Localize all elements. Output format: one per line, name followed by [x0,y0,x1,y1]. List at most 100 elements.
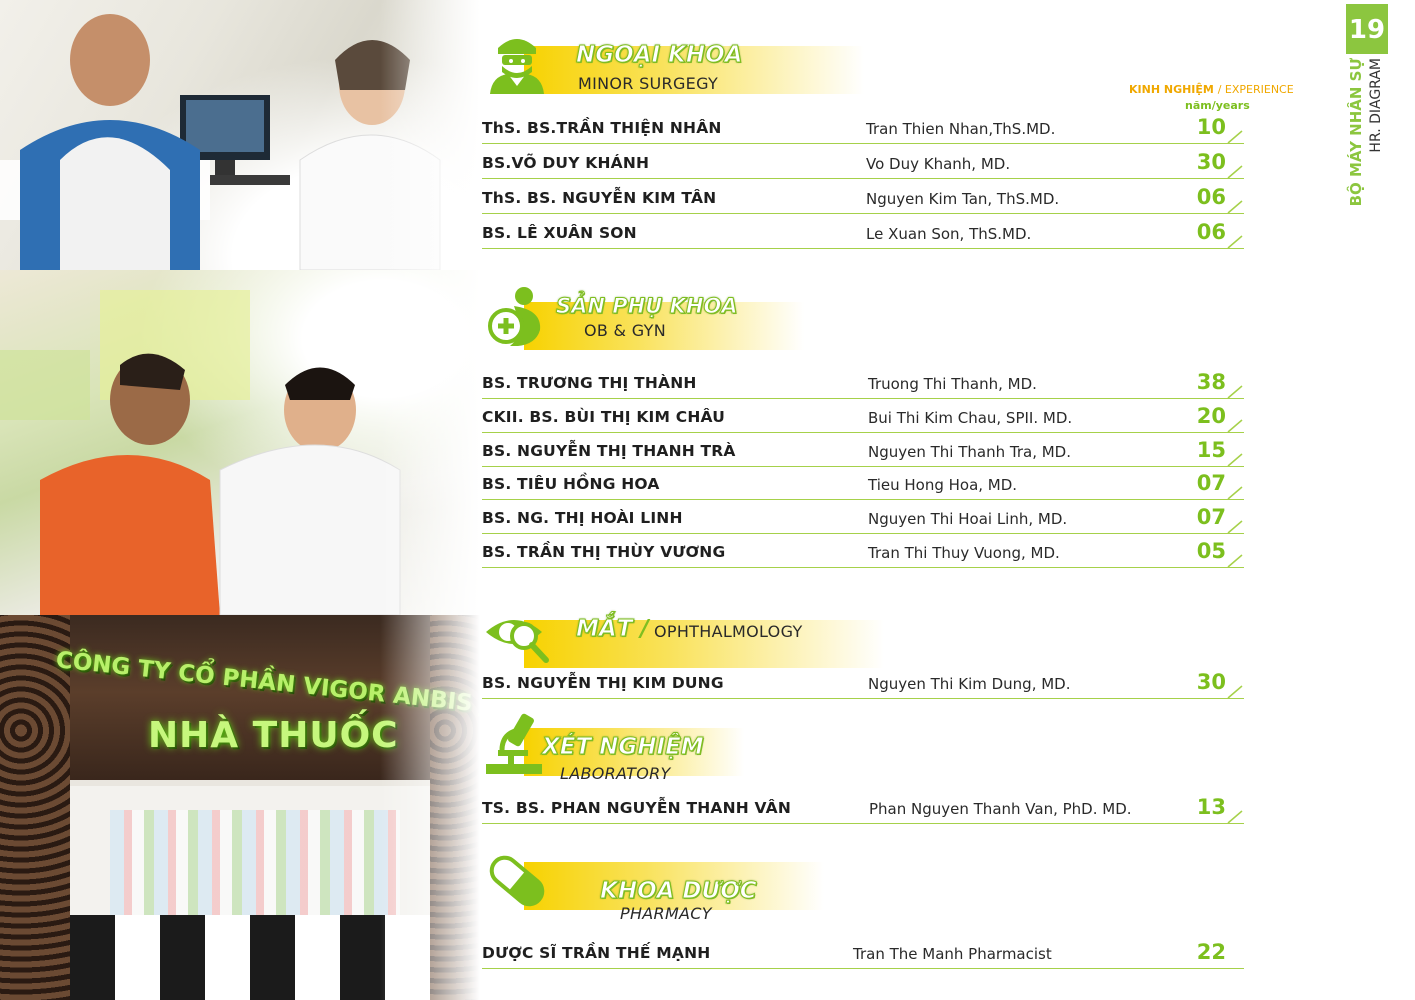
slash-mark-icon [1227,419,1243,433]
slash-mark-icon [1227,130,1243,144]
staff-name-en: Nguyen Kim Tan, ThS.MD. [866,190,1060,208]
staff-name-vn: BS. TRẦN THỊ THÙY VƯƠNG [482,543,726,561]
staff-row: BS. LÊ XUÂN SON Le Xuan Son, ThS.MD. 06 [482,218,1244,249]
section-title-en: MINOR SURGEGY [578,74,719,93]
section-header-pharmacy: KHOA DƯỢC PHARMACY [484,848,824,923]
section-title-en: OB & GYN [584,321,666,340]
photo-fade [380,0,480,1000]
staff-name-en: Tran Thien Nhan,ThS.MD. [866,120,1056,138]
staff-years: 15 [1196,438,1226,462]
page-number: 19 [1346,4,1388,54]
staff-row: BS.VÕ DUY KHÁNH Vo Duy Khanh, MD. 30 [482,148,1244,179]
section-title-vn-wrap: MẮT / [575,616,649,643]
slash-mark-icon [1227,685,1243,699]
photo-collage: CÔNG TY CỔ PHẦN VIGOR ANBIS JAPAN NHÀ TH… [0,0,480,1000]
slash-mark-icon [1227,554,1243,568]
staff-years: 38 [1196,370,1226,394]
slash-mark-icon [1227,453,1243,467]
side-title-vn: BỘ MÁY NHÂN SỰ [1347,58,1365,207]
pharmacy-sign-title: NHÀ THUỐC [148,715,399,756]
staff-name-vn: BS.VÕ DUY KHÁNH [482,154,650,172]
staff-years: 06 [1196,220,1226,244]
staff-name-en: Tran The Manh Pharmacist [853,945,1052,963]
staff-name-vn: ThS. BS. NGUYỄN KIM TÂN [482,189,717,207]
staff-name-vn: CKII. BS. BÙI THỊ KIM CHÂU [482,408,725,426]
staff-name-vn: BS. NGUYỄN THỊ KIM DUNG [482,674,724,692]
staff-years: 22 [1196,940,1226,964]
section-title-vn: XÉT NGHIỆM [542,734,705,761]
slash-mark-icon [1227,165,1243,179]
staff-years: 06 [1196,185,1226,209]
section-header-obgyn: SẢN PHỤ KHOA OB & GYN [484,284,804,354]
staff-row: CKII. BS. BÙI THỊ KIM CHÂU Bui Thi Kim C… [482,402,1244,433]
staff-name-en: Tran Thi Thuy Vuong, MD. [868,544,1060,562]
slash-mark-icon [1227,235,1243,249]
side-title-en: HR. DIAGRAM [1368,58,1384,153]
staff-years: 10 [1196,115,1226,139]
staff-name-vn: TS. BS. PHAN NGUYỄN THANH VÂN [482,799,792,817]
staff-years: 07 [1196,471,1226,495]
staff-years: 30 [1196,150,1226,174]
section-title-en: OPHTHALMOLOGY [654,622,803,641]
staff-name-en: Nguyen Thi Thanh Tra, MD. [868,443,1071,461]
section-title-en: LABORATORY [560,764,671,783]
eye-magnifier-icon [486,620,549,663]
staff-name-vn: BS. TRƯƠNG THỊ THÀNH [482,374,697,392]
staff-row: BS. NGUYỄN THỊ THANH TRÀ Nguyen Thi Than… [482,436,1244,467]
staff-name-en: Phan Nguyen Thanh Van, PhD. MD. [869,800,1132,818]
section-title-vn: SẢN PHỤ KHOA [556,294,739,319]
staff-row: BS. TRƯƠNG THỊ THÀNH Truong Thi Thanh, M… [482,368,1244,399]
side-title: BỘ MÁY NHÂN SỰ HR. DIAGRAM [1346,58,1388,208]
staff-name-en: Truong Thi Thanh, MD. [868,375,1037,393]
medicine-shelf [110,810,400,930]
staff-years: 07 [1196,505,1226,529]
staff-name-vn: ThS. BS.TRẦN THIỆN NHÂN [482,119,722,137]
years-unit: năm/years [1185,99,1250,112]
staff-row: ThS. BS.TRẦN THIỆN NHÂN Tran Thien Nhan,… [482,113,1244,144]
staff-years: 20 [1196,404,1226,428]
section-title-separator: / [640,616,649,642]
section-header-laboratory: XÉT NGHIỆM LABORATORY [484,710,744,783]
staff-name-en: Bui Thi Kim Chau, SPII. MD. [868,409,1073,427]
capsule-icon [489,855,545,907]
slash-mark-icon [1227,520,1243,534]
section-title-vn: MẮT [575,616,633,643]
section-title-en: PHARMACY [620,904,712,923]
pregnancy-icon [488,287,541,346]
staff-years: 30 [1196,670,1226,694]
section-header-surgery: NGOẠI KHOA MINOR SURGEGY [484,28,864,98]
microscope-icon [486,713,542,774]
experience-label-vn: KINH NGHIỆM [1129,83,1214,96]
slash-mark-icon [1227,385,1243,399]
slash-mark-icon [1227,810,1243,824]
section-title-vn: KHOA DƯỢC [600,878,758,905]
staff-years: 13 [1196,795,1226,819]
staff-row: BS. NG. THỊ HOÀI LINH Nguyen Thi Hoai Li… [482,503,1244,534]
slash-mark-icon [1227,200,1243,214]
experience-label-en: / EXPERIENCE [1217,83,1294,96]
staff-years: 05 [1196,539,1226,563]
staff-name-vn: DƯỢC SĨ TRẦN THẾ MẠNH [482,944,711,962]
section-header-ophthalmology: MẮT / OPHTHALMOLOGY [484,602,884,672]
staff-row: BS. TRẦN THỊ THÙY VƯƠNG Tran Thi Thuy Vu… [482,537,1244,568]
staff-name-en: Nguyen Thi Kim Dung, MD. [868,675,1071,693]
staff-row: BS. TIÊU HỒNG HOA Tieu Hong Hoa, MD. 07 [482,469,1244,500]
staff-row: BS. NGUYỄN THỊ KIM DUNG Nguyen Thi Kim D… [482,668,1244,699]
pharmacy-sign-company: CÔNG TY CỔ PHẦN VIGOR ANBIS JAPAN [54,647,480,726]
section-title-vn: NGOẠI KHOA [575,42,743,69]
staff-row: DƯỢC SĨ TRẦN THẾ MẠNH Tran The Manh Phar… [482,938,1244,969]
staff-name-en: Tieu Hong Hoa, MD. [868,476,1018,494]
staff-name-en: Vo Duy Khanh, MD. [866,155,1011,173]
staff-name-vn: BS. TIÊU HỒNG HOA [482,475,660,493]
staff-name-en: Nguyen Thi Hoai Linh, MD. [868,510,1068,528]
experience-header: KINH NGHIỆM / EXPERIENCE [1129,83,1294,96]
staff-name-vn: BS. NG. THỊ HOÀI LINH [482,509,683,527]
staff-name-vn: BS. NGUYỄN THỊ THANH TRÀ [482,442,736,460]
side-title-rotated: BỘ MÁY NHÂN SỰ HR. DIAGRAM [1346,58,1388,208]
staff-row: TS. BS. PHAN NGUYỄN THANH VÂN Phan Nguye… [482,793,1244,824]
staff-name-vn: BS. LÊ XUÂN SON [482,224,637,242]
staff-name-en: Le Xuan Son, ThS.MD. [866,225,1032,243]
slash-mark-icon [1227,486,1243,500]
surgeon-icon [490,39,544,94]
staff-row: ThS. BS. NGUYỄN KIM TÂN Nguyen Kim Tan, … [482,183,1244,214]
